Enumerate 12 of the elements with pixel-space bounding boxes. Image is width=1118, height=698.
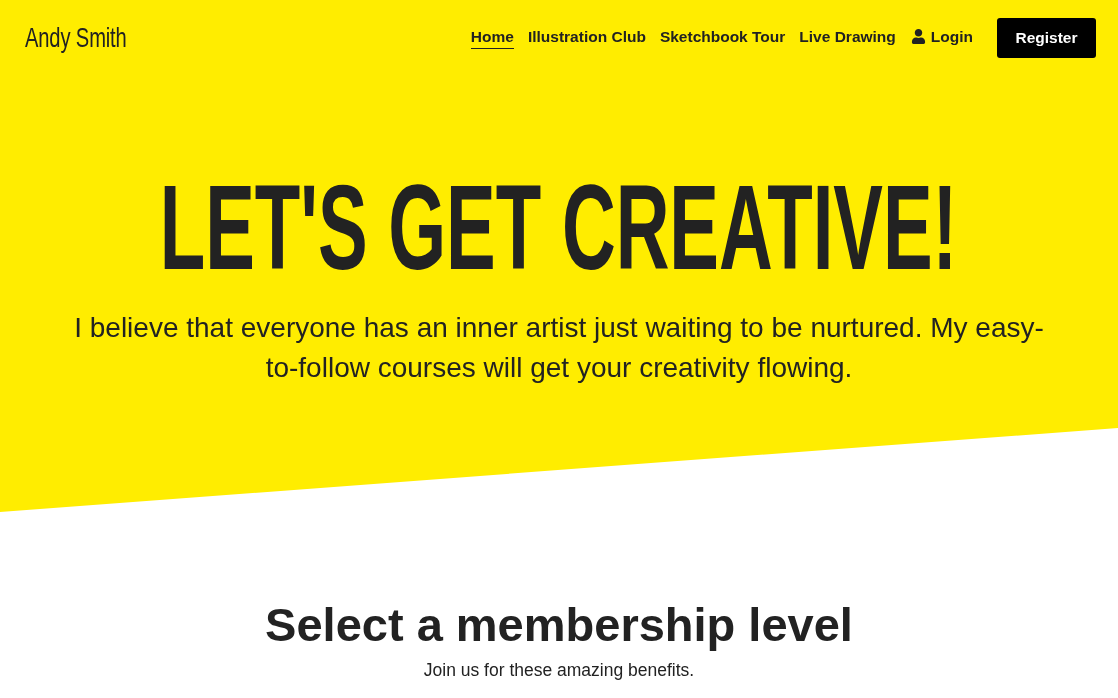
login-link[interactable]: Login [910, 27, 973, 49]
nav-link[interactable]: Sketchbook Tour [659, 27, 786, 49]
user-icon [910, 29, 926, 44]
section-title: Select a membership level [265, 597, 853, 653]
site-logo[interactable]: Andy Smith [25, 22, 127, 54]
register-button[interactable]: Register [997, 18, 1096, 58]
nav-link[interactable]: Live Drawing [799, 27, 896, 49]
hero-text: I believe that everyone has an inner artist just waiting to be nurtured. My easy-to-follow courses will get your creativity flowing. [73, 311, 1045, 385]
section-subtitle: Join us for these amazing benefits. [423, 659, 695, 682]
nav-link[interactable]: Home [470, 27, 514, 49]
nav-link[interactable]: Illustration Club [527, 27, 646, 49]
hero-title: LET'S GET CREATIVE! [160, 167, 958, 287]
